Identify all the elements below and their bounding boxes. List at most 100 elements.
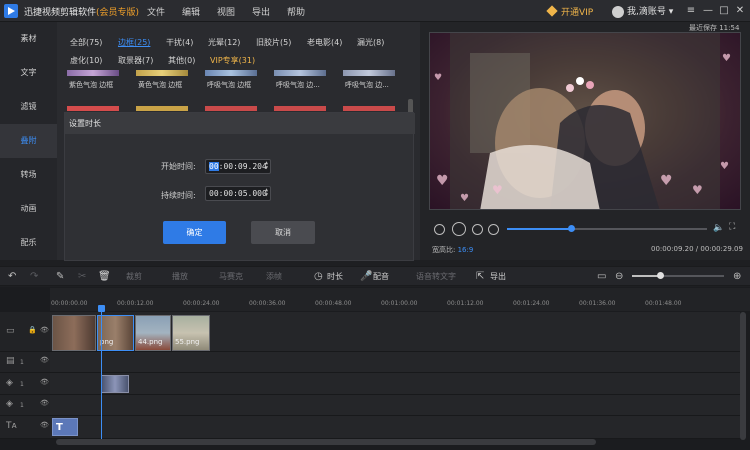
text-track[interactable] [50,416,740,439]
volume-icon[interactable]: 🔈 [713,223,724,233]
heart-icon: ♥ [436,173,449,189]
thumbnail-breathing-bubble-2[interactable] [274,70,326,76]
text-clip[interactable]: T [52,418,78,436]
export-button[interactable]: 导出 [490,271,506,282]
aspect-ratio-label: 宽高比: [432,246,456,254]
delete-icon[interactable]: 🗑 [98,271,111,282]
nav-media[interactable]: 素材 [0,22,57,56]
playhead[interactable] [101,310,102,441]
stepper-arrows-icon[interactable]: ▲ ▼ [265,188,268,198]
thumbnail-row2-4[interactable] [274,106,326,111]
heart-icon: ♥ [434,73,443,83]
next-frame-icon[interactable] [472,224,483,235]
category-light-leak[interactable]: 漏光(8) [357,37,384,48]
nav-music[interactable]: 配乐 [0,226,57,260]
vip-button[interactable]: 开通VIP [546,5,594,18]
mosaic-button[interactable]: 马赛克 [219,271,243,282]
fullscreen-icon[interactable]: ⛶ [729,222,735,232]
duration-button[interactable]: 时长 [327,271,343,282]
video-preview[interactable]: ♥ ♥ ♥ ♥ ♥ ♥ ♥ ♥ [429,32,741,210]
overlay-clip[interactable] [101,375,129,393]
thumbnail-row2-5[interactable] [343,106,395,111]
nav-overlay[interactable]: 叠附 [0,124,57,158]
diamond-icon [546,5,558,17]
cancel-button[interactable]: 取消 [251,221,315,244]
menu-file[interactable]: 文件 [147,5,165,18]
duration-input[interactable]: 00:00:05.000 ▲ ▼ [205,186,271,201]
category-other[interactable]: 其他(0) [168,55,195,66]
category-vip[interactable]: VIP专享(31) [210,55,255,66]
category-interference[interactable]: 干扰(4) [166,37,193,48]
duration-value: 00:00:05.000 [209,189,267,198]
thumbnail-yellow-bubble[interactable] [136,70,188,76]
stop-icon[interactable] [488,224,499,235]
stepper-arrows-icon[interactable]: ▲ ▼ [265,161,268,171]
nav-transition[interactable]: 转场 [0,158,57,192]
zoom-slider-handle[interactable] [656,272,664,279]
minimize-icon[interactable]: — [701,4,715,18]
eye-icon[interactable]: 👁 [40,421,49,429]
zoom-slider-fill [632,275,660,277]
thumbnail-breathing-bubble-1[interactable] [205,70,257,76]
eye-icon[interactable]: 👁 [40,378,49,386]
timeline-horizontal-scrollbar[interactable] [56,439,596,445]
eye-icon[interactable]: 👁 [40,356,49,364]
account-menu[interactable]: 我,滴账号 ▾ [612,4,673,18]
video-clip-selected[interactable]: png [97,315,134,351]
thumbnail-row2-2[interactable] [136,106,188,111]
nav-animation[interactable]: 动画 [0,192,57,226]
category-old-movie[interactable]: 老电影(4) [307,37,342,48]
lock-icon[interactable]: 🔒 [28,326,37,334]
thumbnail-breathing-bubble-3[interactable] [343,70,395,76]
thumbnail-row2-3[interactable] [205,106,257,111]
pip-track[interactable] [50,352,740,373]
scissors-icon[interactable]: ✂ [78,271,86,282]
eye-icon[interactable]: 👁 [40,326,49,334]
edit-icon[interactable]: ✎ [56,271,64,282]
overlay-track-2[interactable] [50,395,740,416]
ok-button[interactable]: 确定 [163,221,226,244]
nav-filter[interactable]: 滤镜 [0,90,57,124]
playhead-handle[interactable] [98,305,105,312]
crop-button[interactable]: 裁剪 [126,271,142,282]
category-all[interactable]: 全部(75) [70,37,102,48]
previous-frame-icon[interactable] [434,224,445,235]
thumbnail-row2-1[interactable] [67,106,119,111]
video-clip[interactable] [52,315,96,351]
close-icon[interactable]: ✕ [733,4,747,18]
fit-timeline-icon[interactable]: ▭ [597,271,606,282]
zoom-in-icon[interactable]: ⊕ [733,271,741,282]
microphone-icon: 🎤 [360,271,373,282]
seek-handle[interactable] [568,225,575,232]
aspect-ratio[interactable]: 宽高比: 16:9 [432,245,473,255]
overlay-track[interactable] [50,373,740,395]
category-blur[interactable]: 虚化(10) [70,55,102,66]
thumbnail-purple-bubble[interactable] [67,70,119,76]
category-halo[interactable]: 光晕(12) [208,37,240,48]
ruler-tick-label: 00:01:00.00 [381,300,418,307]
dubbing-button[interactable]: 配音 [373,271,389,282]
freeze-frame-button[interactable]: 添帧 [266,271,282,282]
nav-text[interactable]: 文字 [0,56,57,90]
timeline-vertical-scrollbar[interactable] [740,312,746,440]
menu-view[interactable]: 视图 [217,5,235,18]
redo-icon[interactable]: ↷ [30,271,38,282]
video-clip[interactable]: 44.png [135,315,171,351]
menu-export[interactable]: 导出 [252,5,270,18]
category-viewfinder[interactable]: 取景器(7) [118,55,153,66]
start-time-input[interactable]: 00:00:09.204 ▲ ▼ [205,159,271,174]
category-border[interactable]: 边框(25) [118,37,150,48]
menu-edit[interactable]: 编辑 [182,5,200,18]
play-icon[interactable] [452,222,466,236]
vip-label: 开通VIP [561,8,594,18]
category-old-film[interactable]: 旧胶片(5) [256,37,291,48]
menu-help[interactable]: 帮助 [287,5,305,18]
eye-icon[interactable]: 👁 [40,399,49,407]
zoom-out-icon[interactable]: ⊖ [615,271,623,282]
speech-to-text-button[interactable]: 语音转文字 [416,271,456,282]
video-clip[interactable]: 55.png [172,315,210,351]
undo-icon[interactable]: ↶ [8,271,16,282]
speed-button[interactable]: 播放 [172,271,188,282]
window-menu-icon[interactable]: ≡ [684,4,698,18]
maximize-icon[interactable]: □ [717,4,731,18]
